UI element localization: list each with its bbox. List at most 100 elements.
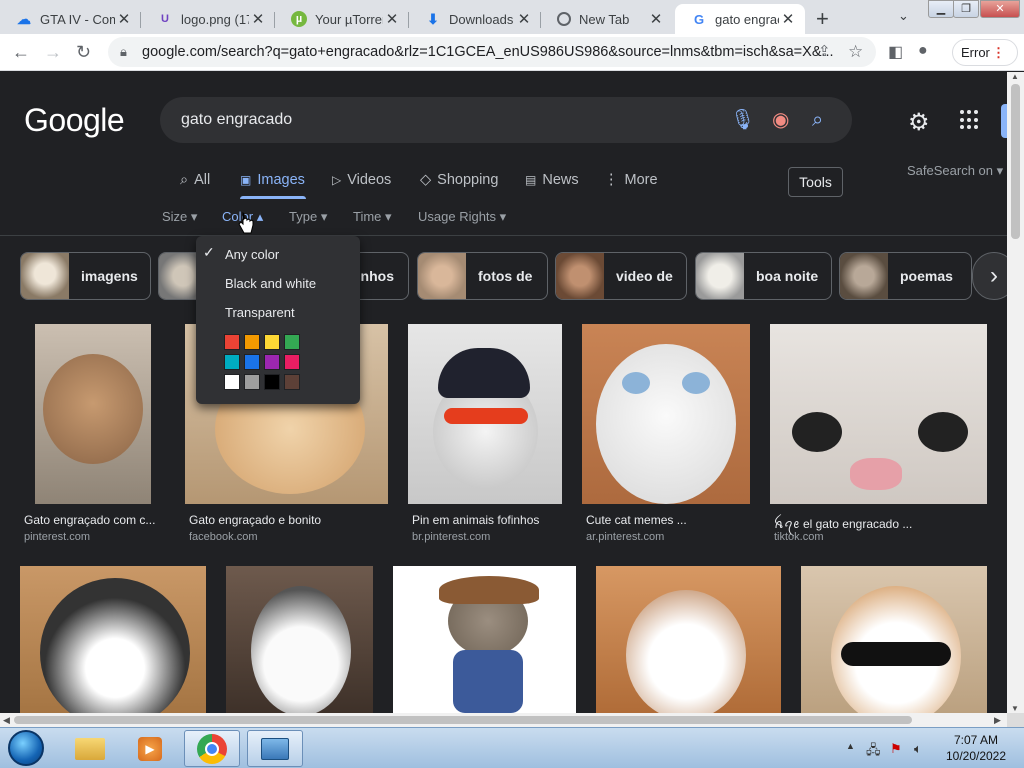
color-swatch[interactable] (264, 374, 280, 390)
color-swatch[interactable] (244, 374, 260, 390)
color-swatch[interactable] (244, 354, 260, 370)
filter-type[interactable]: Type ▾ (289, 209, 327, 225)
result-source[interactable]: br.pinterest.com (412, 531, 490, 543)
address-bar[interactable]: 🔒︎ google.com/search?q=gato+engracado&rl… (108, 37, 876, 67)
volume-icon[interactable]: 🔈︎ (914, 741, 922, 757)
result-caption[interactable]: Pin em animais fofinhos (412, 513, 572, 527)
apps-grid-icon[interactable] (960, 110, 980, 130)
lens-camera-icon[interactable]: ◉ (772, 97, 789, 143)
reload-icon[interactable]: ↻ (76, 42, 91, 63)
scroll-right-arrow-icon[interactable]: ▶ (994, 713, 1001, 727)
browser-tab[interactable]: New Tab ✕ (541, 4, 673, 34)
result-image[interactable] (801, 566, 987, 713)
browser-tab[interactable]: µ Your µTorren ✕ (275, 4, 409, 34)
media-player-taskbar-icon[interactable]: ▶ (122, 730, 178, 767)
browser-tab[interactable]: U logo.png (17 ✕ (141, 4, 275, 34)
search-box[interactable]: gato engracado 🎙︎ ◉ ⌕ (160, 97, 852, 143)
kebab-menu-icon[interactable]: ⋮ (992, 40, 1005, 65)
bookmark-star-icon[interactable]: ☆ (848, 42, 863, 62)
related-chip[interactable]: fotos de (417, 252, 548, 300)
color-swatch[interactable] (284, 354, 300, 370)
close-tab-icon[interactable]: ✕ (647, 10, 665, 28)
share-icon[interactable]: ⇪ (818, 42, 831, 60)
browser-tab[interactable]: ⬇ Downloads ✕ (409, 4, 541, 34)
tab-news[interactable]: ▤ News (525, 172, 579, 188)
related-chip[interactable]: boa noite (695, 252, 832, 300)
start-button[interactable] (8, 730, 44, 766)
result-source[interactable]: pinterest.com (24, 531, 90, 543)
side-panel-icon[interactable]: ◧ (888, 42, 903, 62)
close-tab-icon[interactable]: ✕ (515, 10, 533, 28)
tab-more[interactable]: ⋮ More (604, 172, 658, 188)
scroll-down-arrow-icon[interactable]: ▼ (1011, 704, 1019, 713)
back-arrow-icon[interactable]: ← (12, 42, 30, 63)
result-source[interactable]: ar.pinterest.com (586, 531, 664, 543)
result-image[interactable] (35, 324, 151, 504)
close-tab-icon[interactable]: ✕ (383, 10, 401, 28)
safesearch-toggle[interactable]: SafeSearch on ▾ (907, 163, 1003, 179)
tab-videos[interactable]: ▷ Videos (332, 172, 391, 188)
tab-search-chevron-icon[interactable]: ⌄ (898, 8, 909, 24)
tab-images[interactable]: ▣ Images (240, 172, 305, 188)
filter-size[interactable]: Size ▾ (162, 209, 197, 225)
color-swatch[interactable] (264, 354, 280, 370)
new-tab-button[interactable]: + (816, 6, 829, 32)
filter-time[interactable]: Time ▾ (353, 209, 392, 225)
explorer-taskbar-icon[interactable] (62, 730, 118, 767)
close-tab-icon[interactable]: ✕ (779, 10, 797, 28)
forward-arrow-icon[interactable]: → (44, 42, 62, 63)
result-image[interactable] (226, 566, 373, 713)
browser-tab-active[interactable]: G gato engracad ✕ (675, 4, 805, 34)
control-panel-taskbar-icon[interactable] (247, 730, 303, 767)
result-image[interactable] (20, 566, 206, 713)
profile-avatar-icon[interactable]: ● (918, 42, 928, 60)
result-image[interactable] (770, 324, 987, 504)
color-option-black-white[interactable]: Black and white (225, 276, 316, 291)
settings-gear-icon[interactable]: ⚙ (908, 108, 930, 137)
color-swatch[interactable] (284, 374, 300, 390)
result-caption[interactable]: Cute cat memes ... (586, 513, 746, 527)
network-icon[interactable]: 🖧︎ (866, 741, 881, 763)
show-hidden-icons-icon[interactable]: ▲ (846, 741, 855, 751)
system-clock[interactable]: 7:07 AM 10/20/2022 (936, 732, 1016, 764)
vertical-scrollbar[interactable]: ▲ ▼ (1007, 72, 1024, 713)
color-swatch[interactable] (264, 334, 280, 350)
related-chip[interactable]: poemas (839, 252, 972, 300)
result-image[interactable] (393, 566, 576, 713)
result-image[interactable] (582, 324, 750, 504)
color-option-any[interactable]: Any color (225, 247, 279, 262)
color-option-transparent[interactable]: Transparent (225, 305, 295, 320)
tab-shopping[interactable]: ◇ Shopping (420, 172, 498, 188)
result-source[interactable]: facebook.com (189, 531, 257, 543)
search-icon[interactable]: ⌕ (812, 97, 823, 143)
close-tab-icon[interactable]: ✕ (115, 10, 133, 28)
result-caption[interactable]: Gato engraçado e bonito (189, 513, 389, 527)
related-chip[interactable]: imagens (20, 252, 151, 300)
chrome-taskbar-icon[interactable] (184, 730, 240, 767)
result-image[interactable] (596, 566, 781, 713)
filter-usage-rights[interactable]: Usage Rights ▾ (418, 209, 506, 225)
close-window-button[interactable]: ✕ (980, 0, 1020, 18)
result-source[interactable]: tiktok.com (774, 531, 824, 543)
scroll-left-arrow-icon[interactable]: ◀ (3, 713, 10, 727)
color-swatch[interactable] (224, 334, 240, 350)
minimize-button[interactable]: ▁ (928, 0, 954, 18)
color-swatch[interactable] (284, 334, 300, 350)
result-image[interactable] (408, 324, 562, 504)
chips-next-arrow-icon[interactable]: › (972, 252, 1007, 300)
scroll-up-arrow-icon[interactable]: ▲ (1011, 72, 1019, 81)
tab-all[interactable]: ⌕ All (180, 172, 210, 188)
microphone-icon[interactable]: 🎙︎ (730, 97, 755, 143)
result-caption[interactable]: Gato engraçado com c... (24, 513, 158, 527)
color-swatch[interactable] (224, 354, 240, 370)
color-swatch[interactable] (224, 374, 240, 390)
profile-error-button[interactable]: Error ⋮ (952, 39, 1018, 66)
close-tab-icon[interactable]: ✕ (249, 10, 267, 28)
browser-tab[interactable]: ☁ GTA IV - Com ✕ (0, 4, 141, 34)
related-chip[interactable]: video de (555, 252, 687, 300)
horizontal-scrollbar[interactable]: ◀ ▶ (0, 713, 1007, 727)
restore-button[interactable]: ❐ (953, 0, 979, 18)
scrollbar-thumb[interactable] (1011, 84, 1020, 239)
color-swatch[interactable] (244, 334, 260, 350)
scrollbar-thumb[interactable] (14, 716, 912, 724)
